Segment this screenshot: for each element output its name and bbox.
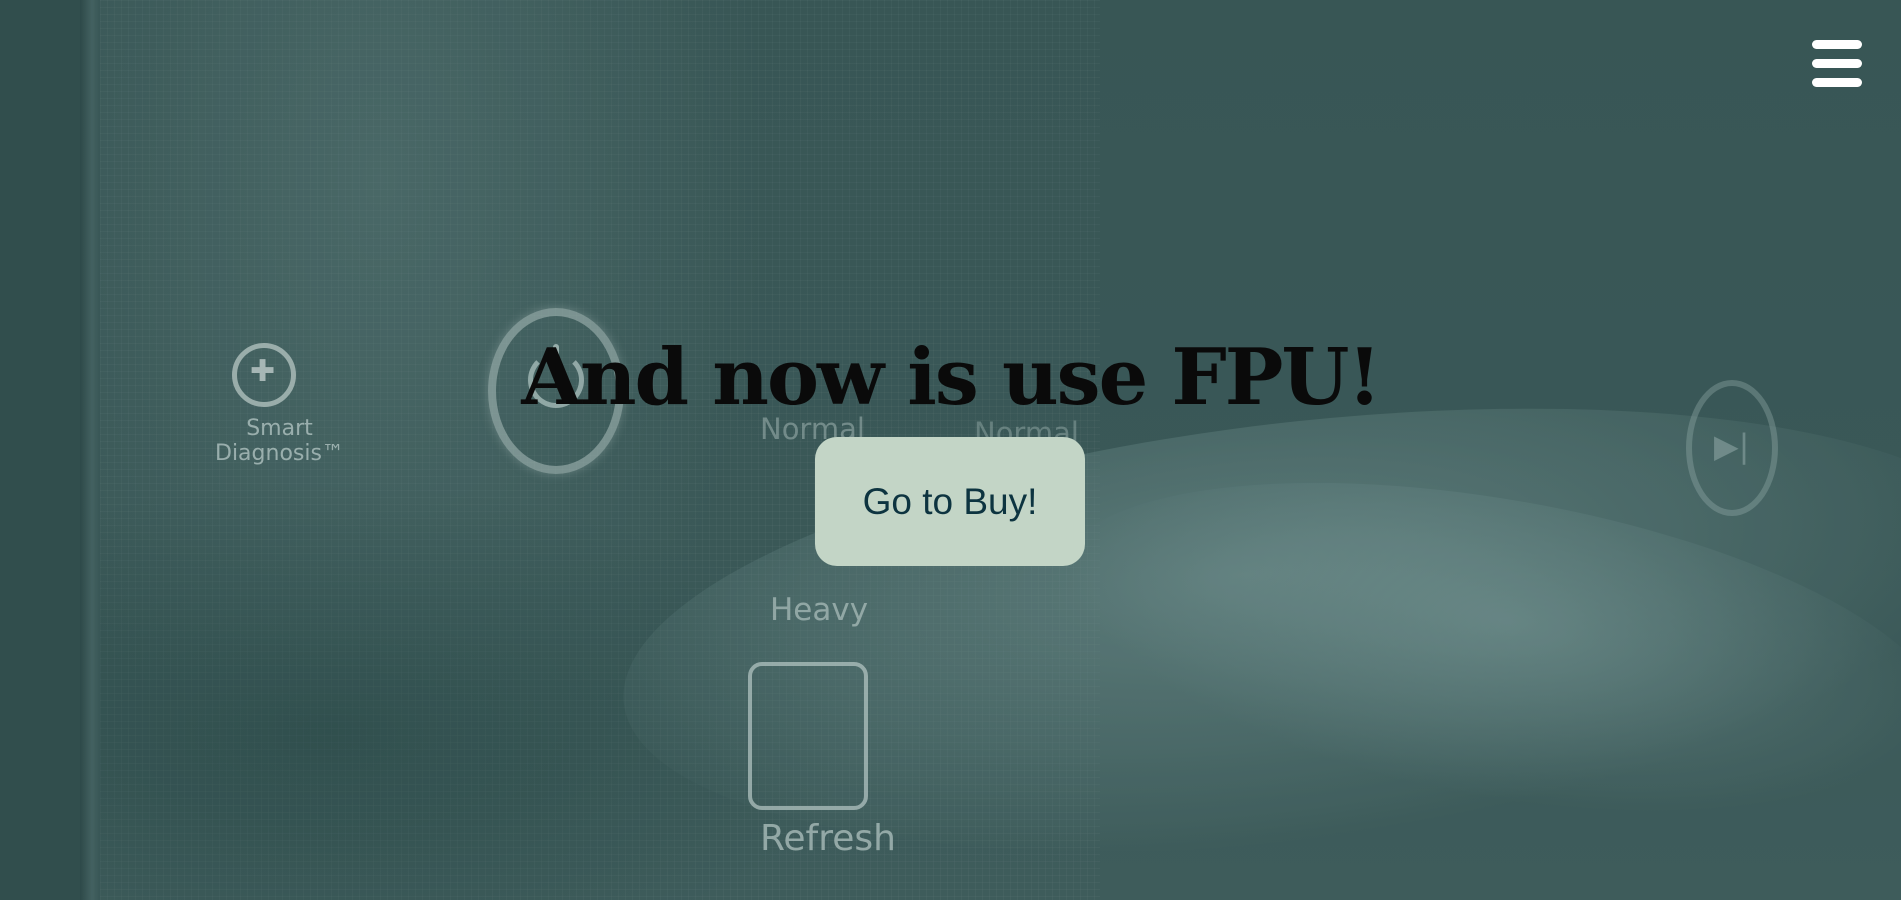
hero-section: ✚ Smart Diagnosis™ Normal Normal Heavy R… bbox=[0, 0, 1901, 900]
menu-bar bbox=[1812, 77, 1862, 87]
hero-headline: And now is use FPU! bbox=[521, 332, 1381, 423]
hamburger-menu-icon[interactable] bbox=[1812, 38, 1864, 88]
menu-bar bbox=[1812, 39, 1862, 49]
go-to-buy-button[interactable]: Go to Buy! bbox=[815, 437, 1085, 566]
menu-bar bbox=[1812, 58, 1862, 68]
